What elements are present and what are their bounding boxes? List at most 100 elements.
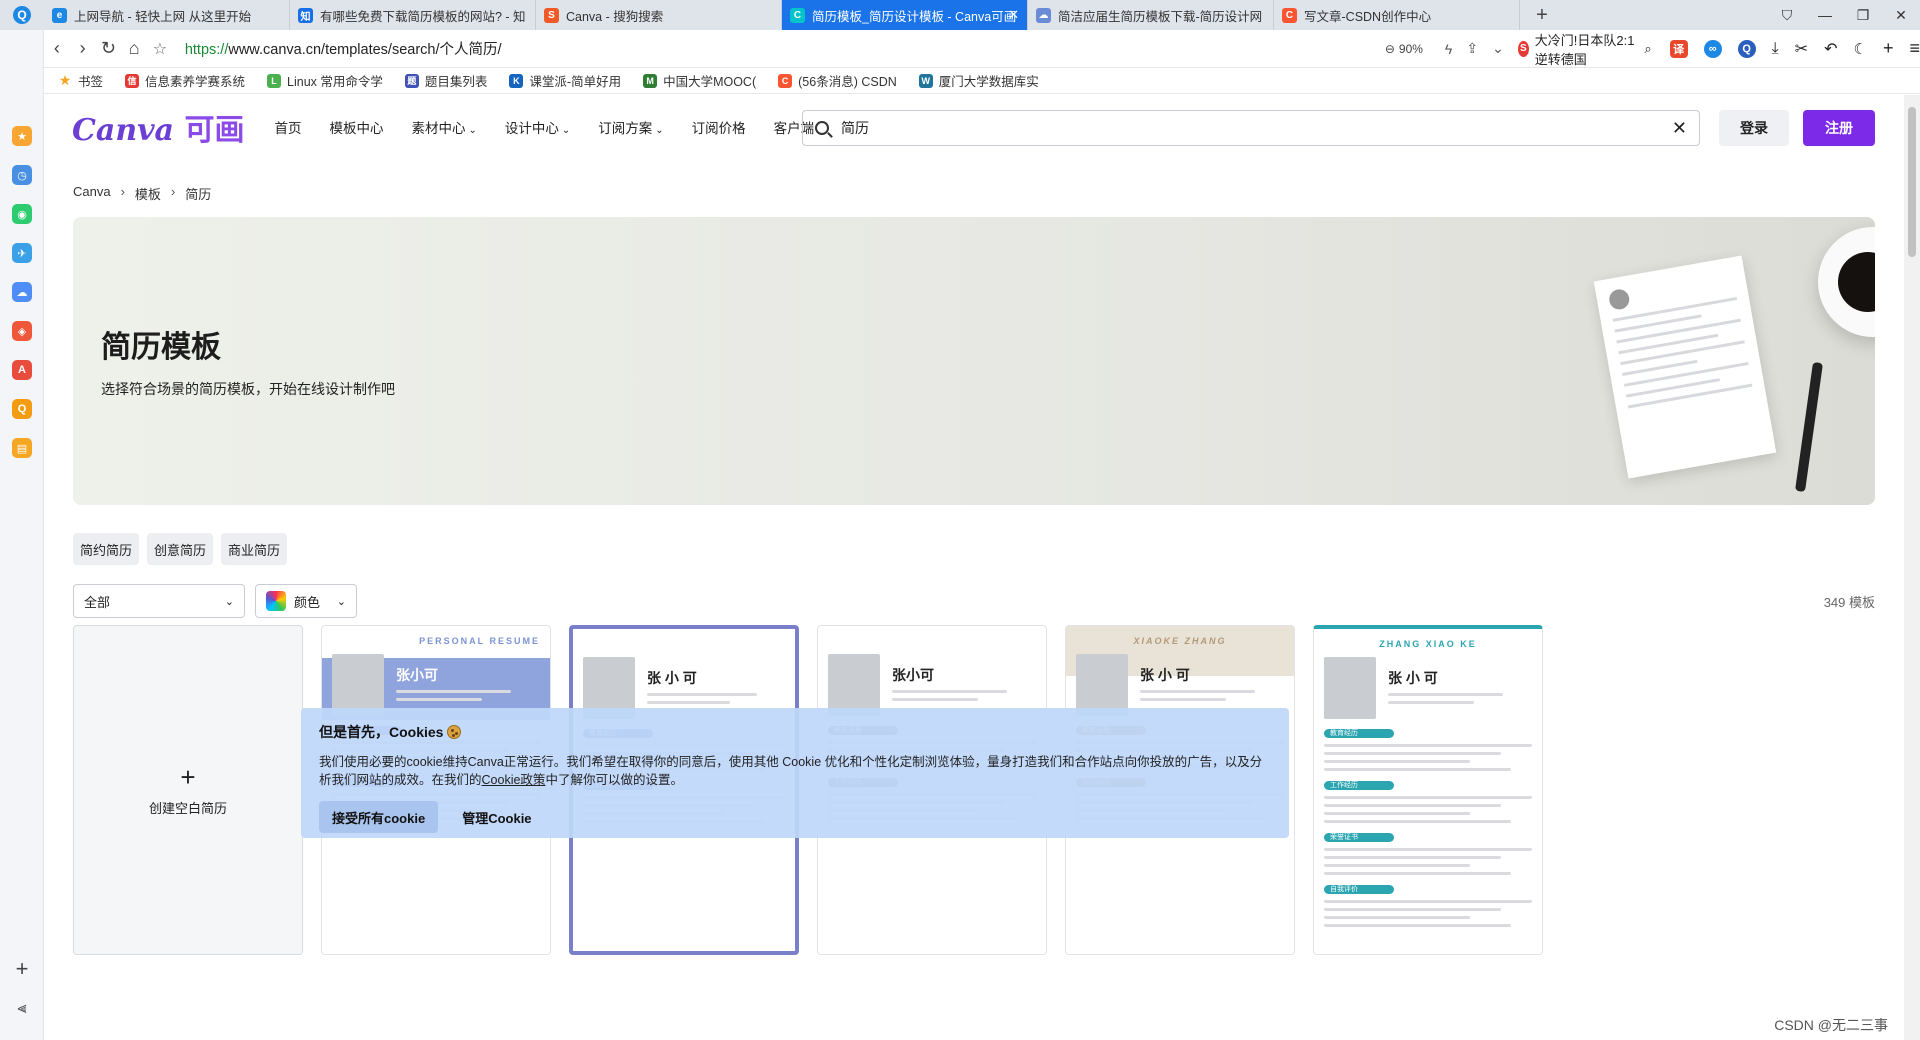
pdf-icon[interactable]: A [12, 360, 32, 380]
favorite-star-icon[interactable]: ☆ [147, 39, 173, 59]
bookmark-icon: M [643, 73, 658, 88]
download-icon[interactable]: ⤓ [1772, 40, 1779, 58]
browser-tab[interactable]: ☁ 简洁应届生简历模板下载-简历设计网 [1028, 0, 1274, 30]
bookmark-icon: W [918, 73, 933, 88]
tab-favicon-icon: e [52, 7, 67, 23]
history-clock-icon[interactable]: ◷ [12, 165, 32, 185]
clear-search-icon[interactable]: ✕ [1672, 118, 1687, 139]
category-chip[interactable]: 创意简历 [147, 533, 214, 565]
canva-logo[interactable]: Canva 可画 [72, 105, 244, 149]
bookmark-item[interactable]: 信信息素养学赛系统 [125, 71, 245, 90]
bookmark-item[interactable]: 题题目集列表 [404, 71, 487, 90]
scrollbar-thumb[interactable] [1908, 107, 1916, 257]
close-tab-icon[interactable]: ✕ [1008, 7, 1019, 23]
browser-tab[interactable]: e 上网导航 - 轻快上网 从这里开始 [44, 0, 290, 30]
bookmark-label: 书签 [78, 75, 104, 89]
cloud-icon[interactable]: ☁ [12, 282, 32, 302]
share-icon[interactable]: ⇪ [1466, 40, 1478, 57]
template-card[interactable]: ZHANG XIAO KE 张 小 可 教育经历 工作经历 荣誉证书 自我评价 [1313, 625, 1543, 955]
breadcrumb-item[interactable]: Canva [73, 184, 111, 203]
reload-button[interactable]: ↻ [96, 38, 122, 59]
add-icon[interactable]: + [1883, 38, 1894, 59]
notes-icon[interactable]: ▤ [12, 438, 32, 458]
news-ticker[interactable]: S 大冷门!日本队2:1逆转德国 ⌕ [1517, 30, 1652, 68]
browser-logo[interactable]: Q [0, 0, 44, 30]
resume-name: 张 小 可 [1388, 669, 1438, 686]
accept-all-cookies-button[interactable]: 接受所有cookie [319, 801, 439, 833]
new-tab-button[interactable]: + [1520, 0, 1564, 30]
back-button[interactable]: ‹ [44, 38, 70, 59]
resume-photo [828, 654, 880, 716]
hero-banner: 简历模板 选择符合场景的简历模板，开始在线设计制作吧 [73, 217, 1875, 505]
breadcrumb-item[interactable]: 模板 [135, 184, 161, 203]
nav-item[interactable]: 首页 [274, 117, 301, 137]
result-count: 349 模板 [1823, 595, 1875, 610]
tab-label: 上网导航 - 轻快上网 从这里开始 [74, 9, 252, 24]
bookmark-item[interactable]: C (56条消息) CSDN [778, 71, 897, 90]
cookie-text: 我们使用必要的cookie维持Canva正常运行。我们希望在取得你的同意后，使用… [319, 753, 1271, 789]
undo-icon[interactable]: ↶ [1824, 39, 1837, 59]
home-button[interactable]: ⌂ [121, 38, 147, 59]
browser-tab[interactable]: S Canva - 搜狗搜索 [536, 0, 782, 30]
watermark: CSDN @无二三事 [1772, 1014, 1890, 1036]
nav-item[interactable]: 设计中心 ⌄ [505, 117, 570, 137]
nav-item[interactable]: 订阅方案 ⌄ [598, 117, 663, 137]
wechat-icon[interactable]: ◉ [12, 204, 32, 224]
category-chip[interactable]: 商业简历 [221, 533, 288, 565]
nav-item[interactable]: 模板中心 [329, 117, 383, 137]
signup-button[interactable]: 注册 [1803, 110, 1875, 146]
bookmark-item[interactable]: M 中国大学MOOC( [643, 71, 756, 90]
mail-icon[interactable]: ✈ [12, 243, 32, 263]
menu-icon[interactable]: ≡ [1909, 38, 1920, 59]
site-header: Canva 可画 首页模板中心素材中心⌄设计中心⌄订阅方案⌄订阅价格客户端 ✕ … [44, 95, 1904, 159]
infinity-extension-icon[interactable]: ∞ [1703, 39, 1722, 58]
sidebar-collapse-icon[interactable]: ⫷ [12, 1000, 32, 1018]
cookie-policy-link[interactable]: Cookie政策 [482, 773, 546, 787]
browser-tab[interactable]: C 写文章-CSDN创作中心 [1274, 0, 1520, 30]
scissors-icon[interactable]: ✂ [1795, 39, 1808, 59]
extension-toolbar: 译 ∞ Q ⤓ ✂ ↶ ☾ + ≡ [1669, 38, 1920, 59]
url-field[interactable]: https://www.canva.cn/templates/search/个人… [185, 38, 1085, 59]
create-blank-card[interactable]: + 创建空白简历 [73, 625, 303, 955]
restore-button[interactable]: ❐ [1844, 7, 1882, 24]
resume-header-text: PERSONAL RESUME [419, 636, 540, 646]
zoom-indicator[interactable]: ⊖ 90% [1385, 42, 1423, 56]
bookmark-item[interactable]: W 厦门大学数据库实 [918, 71, 1039, 90]
resume-header-text [828, 636, 1036, 648]
forward-button[interactable]: › [70, 38, 96, 59]
search-extension-icon[interactable]: Q [1737, 39, 1756, 58]
bookmark-icon: L [267, 73, 282, 88]
search-tool-icon[interactable]: Q [12, 399, 32, 419]
category-chip[interactable]: 简约简历 [73, 533, 140, 565]
sidebar-add-icon[interactable]: + [12, 956, 32, 982]
login-button[interactable]: 登录 [1719, 110, 1789, 146]
page-title: 简历模板 [101, 331, 221, 364]
window-controls: ⛉ — ❐ ✕ [1768, 0, 1920, 30]
nav-item[interactable]: 订阅价格 [692, 117, 746, 137]
nav-item-label: 首页 [274, 121, 302, 136]
translate-extension-icon[interactable]: 译 [1669, 39, 1688, 58]
pin-icon[interactable]: ⛉ [1768, 7, 1806, 24]
resume-header-text [583, 639, 785, 651]
breadcrumb-separator-icon: › [120, 184, 125, 199]
chevron-down-icon[interactable]: ⌄ [1492, 40, 1504, 57]
search-icon[interactable]: ⌕ [1644, 41, 1651, 57]
bookmark-item[interactable]: K 课堂派-简单好用 [509, 71, 621, 90]
nav-item[interactable]: 素材中心 ⌄ [411, 117, 476, 137]
favorites-star-icon[interactable]: ★ [12, 126, 32, 146]
manage-cookies-button[interactable]: 管理Cookie [456, 801, 537, 833]
dark-mode-icon[interactable]: ☾ [1854, 40, 1867, 58]
lightning-icon[interactable]: ϟ [1445, 41, 1452, 57]
bookmark-item[interactable]: ★ 书签 [58, 71, 103, 90]
close-window-button[interactable]: ✕ [1882, 7, 1920, 24]
browser-tab[interactable]: C 简历模板_简历设计模板 - Canva可画 ✕ [782, 0, 1028, 30]
color-select[interactable]: 颜色 ⌄ [255, 584, 357, 618]
category-select[interactable]: 全部 ⌄ [73, 584, 245, 618]
template-search-box[interactable]: ✕ [802, 110, 1700, 146]
page-scrollbar[interactable] [1904, 95, 1920, 1040]
search-input[interactable] [841, 120, 1672, 136]
browser-tab[interactable]: 知有哪些免费下载简历模板的网站? - 知 [290, 0, 536, 30]
game-icon[interactable]: ◈ [12, 321, 32, 341]
bookmark-item[interactable]: L Linux 常用命令学 [267, 71, 383, 90]
minimize-button[interactable]: — [1806, 7, 1844, 23]
